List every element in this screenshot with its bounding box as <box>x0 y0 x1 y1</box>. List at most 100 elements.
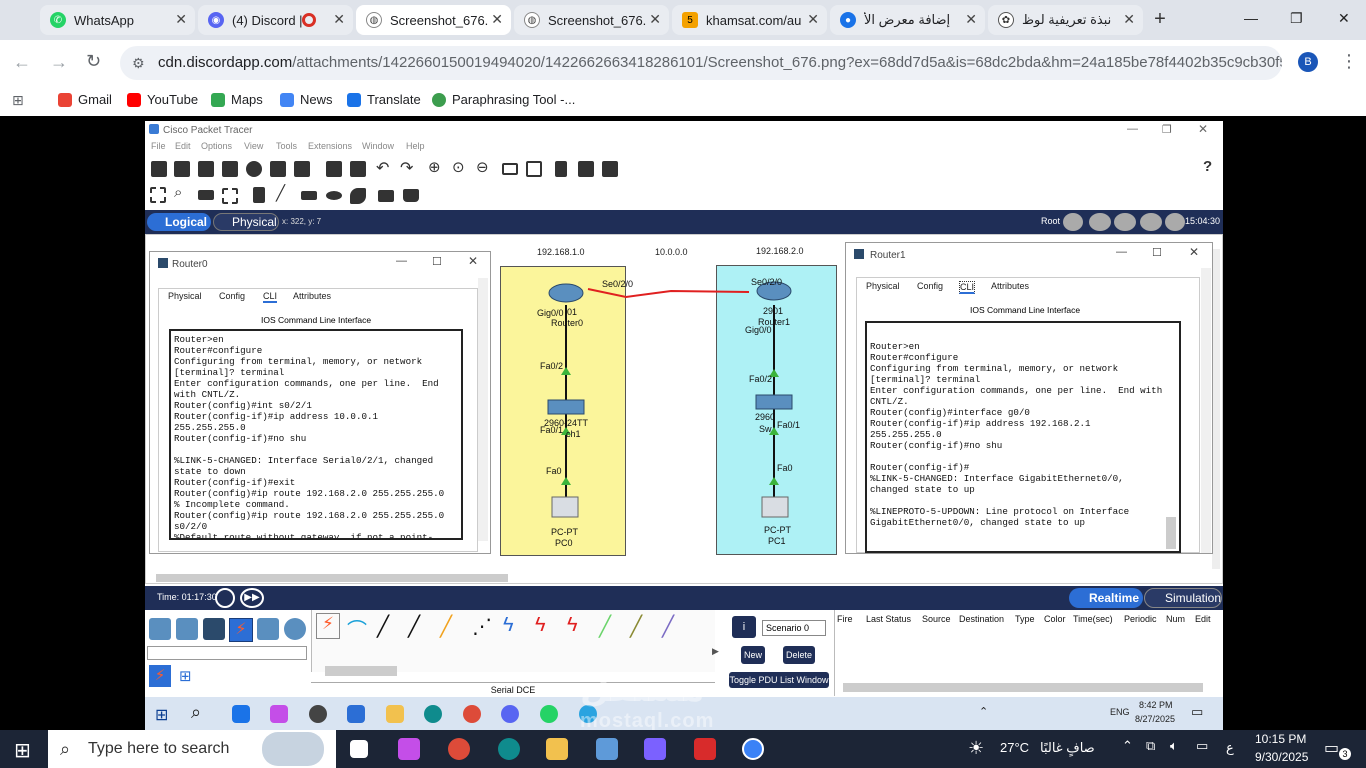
menu-extensions[interactable]: Extensions <box>308 141 352 151</box>
tab-chatgpt[interactable]: ✿ نبذة تعريفية لوظ ✕ <box>988 5 1143 35</box>
reload-icon[interactable]: ↻ <box>86 51 101 72</box>
phone-cable-icon[interactable]: ⋰ <box>472 614 492 639</box>
note-icon[interactable] <box>253 187 265 203</box>
m365-icon[interactable] <box>644 738 666 760</box>
maximize-icon[interactable]: ☐ <box>1152 246 1162 259</box>
temperature[interactable]: 27°C <box>1000 740 1029 755</box>
back-icon[interactable]: ← <box>13 52 31 73</box>
rectangle-icon[interactable] <box>301 191 317 200</box>
menu-edit[interactable]: Edit <box>175 141 191 151</box>
tab-physical[interactable]: Physical <box>168 291 202 301</box>
zoom-out-icon[interactable]: ⊖ <box>476 158 489 176</box>
pt-close-icon[interactable]: ✕ <box>1198 122 1208 136</box>
physical-tab[interactable]: Physical <box>213 213 279 231</box>
notification-icon[interactable]: ▭ <box>1324 738 1339 758</box>
taskbar-search-input[interactable]: ⌕ Type here to search <box>48 730 336 768</box>
back-icon[interactable] <box>1063 213 1083 231</box>
line-icon[interactable]: ╱ <box>276 184 285 202</box>
serial-dte-icon[interactable]: ϟ <box>567 614 578 637</box>
fiber-icon[interactable]: ╱ <box>440 614 452 639</box>
edge-icon[interactable] <box>498 738 520 760</box>
network-info-icon[interactable] <box>294 161 310 177</box>
move-icon[interactable] <box>1114 213 1136 231</box>
weather-desc[interactable]: صافٍ غالبًا <box>1040 740 1095 756</box>
volume-icon[interactable]: 🔈︎ <box>1170 738 1178 754</box>
menu-options[interactable]: Options <box>201 141 232 151</box>
simulation-mode[interactable]: Simulation <box>1144 588 1222 608</box>
router1-terminal[interactable]: Router>en Router#configure Configuring f… <box>865 321 1181 553</box>
vertical-scrollbar[interactable] <box>1212 249 1220 569</box>
site-info-icon[interactable]: ⚙ <box>132 46 145 80</box>
wps-office-icon[interactable] <box>694 738 716 760</box>
chrome-profile-icon[interactable] <box>742 738 764 760</box>
close-icon[interactable]: ✕ <box>649 11 661 28</box>
panel-expand-icon[interactable]: ▶ <box>712 646 719 657</box>
help-icon[interactable]: ? <box>1203 158 1212 175</box>
menu-help[interactable]: Help <box>406 141 425 151</box>
info-icon[interactable] <box>246 161 262 177</box>
iot-cable-icon[interactable]: ╱ <box>630 614 642 639</box>
close-icon[interactable]: ✕ <box>491 11 503 28</box>
simple-pdu-icon[interactable] <box>378 190 394 202</box>
tab-khamsat[interactable]: 5 khamsat.com/au ✕ <box>672 5 827 35</box>
tab-cli[interactable]: CLI <box>263 291 278 303</box>
select-icon[interactable] <box>150 187 166 203</box>
tab-attributes[interactable]: Attributes <box>991 281 1029 291</box>
maximize-icon[interactable]: ❐ <box>1290 10 1303 27</box>
terminal-scrollbar[interactable] <box>1166 517 1176 549</box>
language-indicator[interactable]: ع <box>1226 740 1234 756</box>
tab-cli[interactable]: CLI <box>959 281 976 294</box>
battery-icon[interactable]: ▭ <box>1196 738 1208 754</box>
tab-config[interactable]: Config <box>917 281 943 291</box>
power-cycle-icon[interactable] <box>215 588 235 608</box>
close-icon[interactable]: ✕ <box>468 254 478 268</box>
apps-grid-icon[interactable]: ⊞ <box>12 92 24 109</box>
paste-icon[interactable] <box>350 161 366 177</box>
viewport-icon[interactable] <box>555 161 567 177</box>
tab-physical[interactable]: Physical <box>866 281 900 291</box>
bookmark-news[interactable]: News <box>280 92 333 107</box>
end-devices-icon[interactable] <box>176 618 198 640</box>
ellipse-icon[interactable] <box>326 191 342 200</box>
bookmark-maps[interactable]: Maps <box>211 92 263 107</box>
copy-icon[interactable] <box>326 161 342 177</box>
menu-tools[interactable]: Tools <box>276 141 297 151</box>
windows-start-icon[interactable]: ⊞ <box>14 738 31 763</box>
server-icon[interactable] <box>578 161 594 177</box>
close-window-icon[interactable]: ✕ <box>1338 10 1350 27</box>
auto-connect-icon[interactable]: ⚡ <box>316 613 340 639</box>
console-cable-icon[interactable]: ⌒ <box>345 614 369 642</box>
logical-tab[interactable]: Logical <box>147 213 211 231</box>
clock-time[interactable]: 10:15 PM <box>1255 732 1306 746</box>
copilot-icon[interactable] <box>398 738 420 760</box>
redo-icon[interactable]: ↷ <box>400 158 413 178</box>
chrome-icon[interactable] <box>448 738 470 760</box>
tab-config[interactable]: Config <box>219 291 245 301</box>
store-icon[interactable] <box>596 738 618 760</box>
weather-icon[interactable]: ☀ <box>968 738 984 759</box>
zoom-reset-icon[interactable]: ⊙ <box>452 158 465 176</box>
device-search-input[interactable] <box>147 646 307 660</box>
maximize-icon[interactable]: ☐ <box>432 255 442 268</box>
inspect-icon[interactable]: ⌕ <box>174 184 182 201</box>
menu-file[interactable]: File <box>151 141 166 151</box>
tab-screenshot[interactable]: ◍ Screenshot_676. ✕ <box>514 5 669 35</box>
image-icon[interactable] <box>602 161 618 177</box>
tab-screenshot-active[interactable]: ◍ Screenshot_676. ✕ <box>356 5 511 35</box>
octal-icon[interactable]: ╱ <box>599 614 611 639</box>
zoom-in-icon[interactable]: ⊕ <box>428 158 441 176</box>
close-icon[interactable]: ✕ <box>965 11 977 28</box>
wizard-icon[interactable] <box>270 161 286 177</box>
tab-attributes[interactable]: Attributes <box>293 291 331 301</box>
undo-icon[interactable]: ↶ <box>376 158 389 178</box>
realtime-mode[interactable]: Realtime <box>1069 588 1143 608</box>
address-bar[interactable]: ⚙ cdn.discordapp.com/attachments/1422660… <box>120 46 1282 80</box>
network-icon[interactable]: ⧉ <box>1146 738 1155 754</box>
minimize-icon[interactable]: — <box>396 255 407 267</box>
network-devices-icon[interactable] <box>149 618 171 640</box>
pdu-scrollbar[interactable] <box>843 683 1203 692</box>
horizontal-scrollbar[interactable] <box>156 574 508 582</box>
print-icon[interactable] <box>222 161 238 177</box>
viewport-icon[interactable] <box>1165 213 1185 231</box>
cloud-icon[interactable] <box>1089 213 1111 231</box>
